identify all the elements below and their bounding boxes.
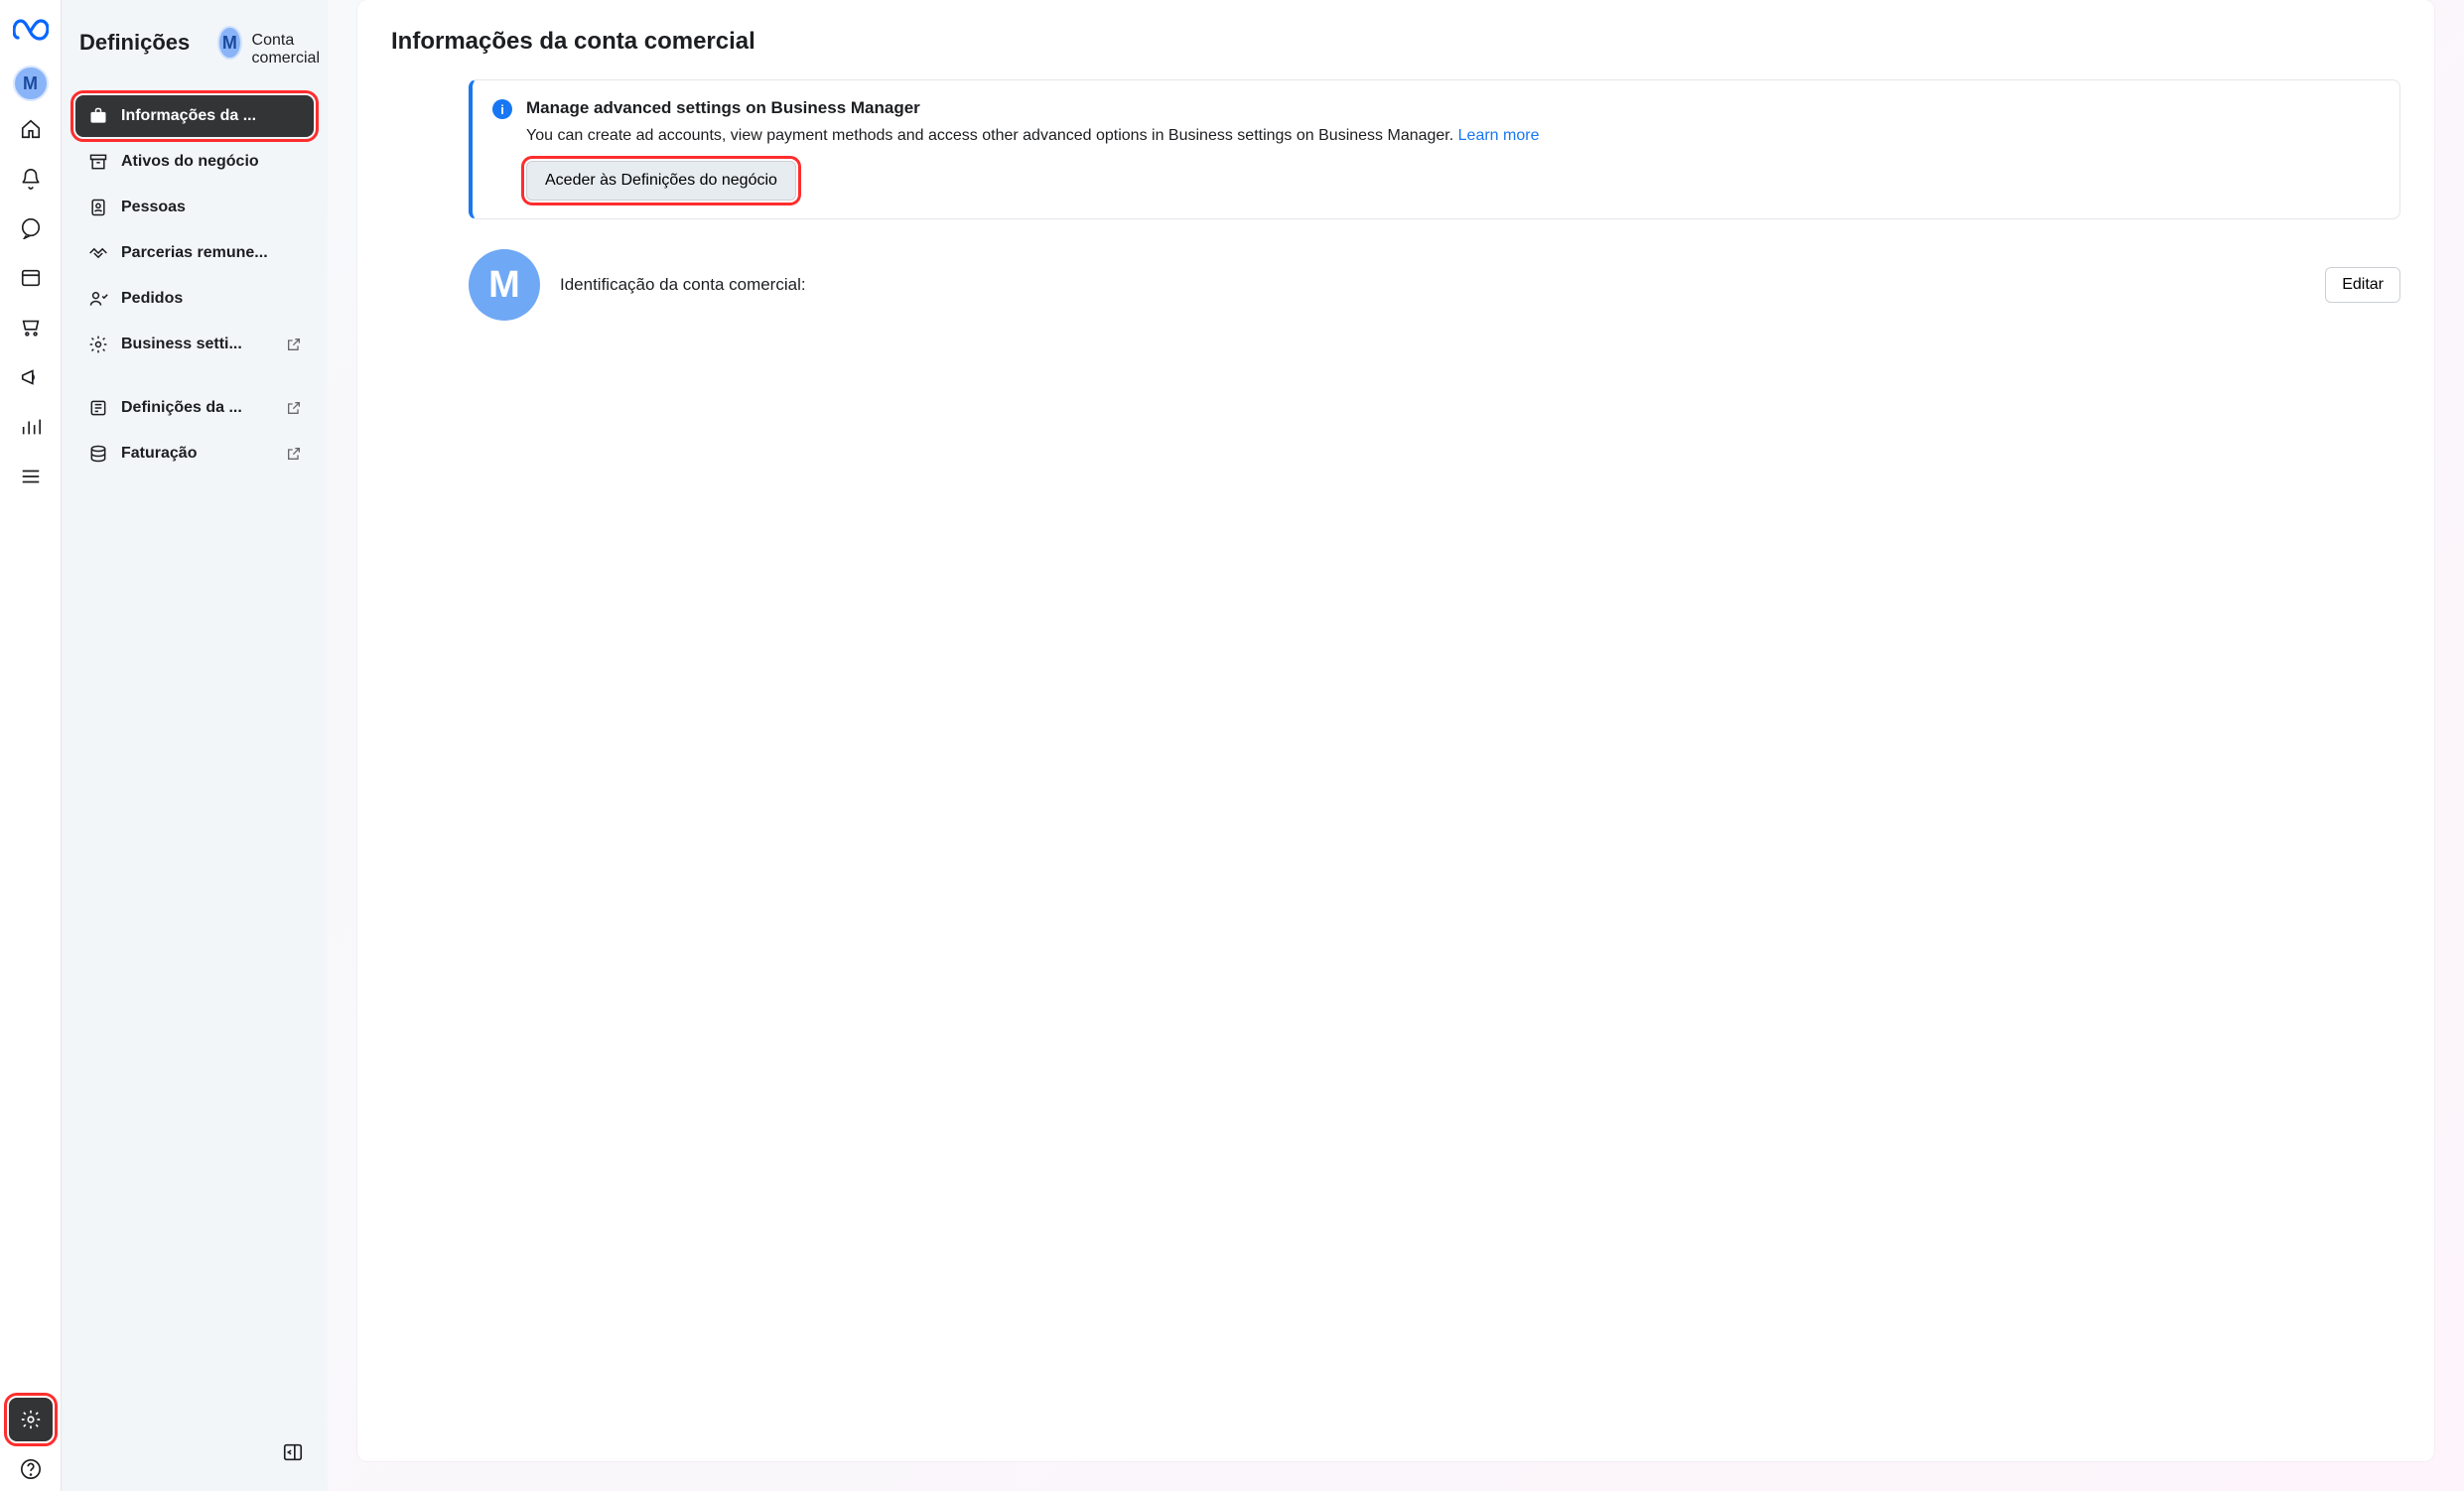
newspaper-icon <box>87 397 109 419</box>
nav-label: Business setti... <box>121 336 242 353</box>
meta-logo[interactable] <box>11 10 51 50</box>
collapse-sidebar-button[interactable] <box>276 1435 310 1469</box>
briefcase-icon <box>87 105 109 127</box>
settings-gear-icon[interactable] <box>9 1398 53 1441</box>
learn-more-link[interactable]: Learn more <box>1458 127 1540 144</box>
stats-icon[interactable] <box>9 405 53 449</box>
banner-text: You can create ad accounts, view payment… <box>526 127 1458 144</box>
sidebar-account[interactable]: M Conta comercial <box>217 18 329 68</box>
nav-item-people[interactable]: Pessoas <box>75 187 314 228</box>
window-icon[interactable] <box>9 256 53 300</box>
external-link-icon <box>286 337 302 352</box>
archive-icon <box>87 151 109 173</box>
nav-item-billing[interactable]: Faturação <box>75 433 314 474</box>
external-link-icon <box>286 446 302 462</box>
sidebar: Definições M Conta comercial Informações… <box>62 0 328 1491</box>
avatar: M <box>217 26 241 60</box>
nav-item-business-settings[interactable]: Business setti... <box>75 324 314 365</box>
chat-icon[interactable] <box>9 206 53 250</box>
edit-button[interactable]: Editar <box>2325 267 2400 303</box>
nav-item-account-info[interactable]: Informações da ... <box>75 95 314 137</box>
avatar-letter: M <box>222 33 237 54</box>
help-icon[interactable] <box>9 1447 53 1491</box>
info-icon: i <box>492 99 512 119</box>
account-type-label: Conta comercial <box>252 32 330 68</box>
account-row: M Identificação da conta comercial: Edit… <box>469 249 2400 321</box>
nav-item-business-assets[interactable]: Ativos do negócio <box>75 141 314 183</box>
nav-label: Faturação <box>121 445 197 463</box>
rail-avatar[interactable]: M <box>13 66 49 101</box>
nav-label: Informações da ... <box>121 107 256 125</box>
nav-list: Informações da ... Ativos do negócio Pes… <box>75 95 314 474</box>
go-to-business-settings-button[interactable]: Aceder às Definições do negócio <box>526 161 796 201</box>
info-banner: i Manage advanced settings on Business M… <box>469 79 2400 219</box>
nav-label: Pedidos <box>121 290 183 308</box>
gear-icon <box>87 334 109 355</box>
home-icon[interactable] <box>9 107 53 151</box>
nav-label: Definições da ... <box>121 399 242 417</box>
sidebar-title: Definições <box>79 30 190 56</box>
avatar-letter: M <box>23 73 38 94</box>
coins-icon <box>87 443 109 465</box>
main-content: Informações da conta comercial i Manage … <box>328 0 2464 1491</box>
account-id-label: Identificação da conta comercial: <box>560 275 806 295</box>
avatar-letter: M <box>488 264 520 307</box>
user-check-icon <box>87 288 109 310</box>
banner-body: You can create ad accounts, view payment… <box>526 124 1539 147</box>
account-avatar: M <box>469 249 540 321</box>
nav-item-ad-settings[interactable]: Definições da ... <box>75 387 314 429</box>
handshake-icon <box>87 242 109 264</box>
external-link-icon <box>286 400 302 416</box>
banner-title: Manage advanced settings on Business Man… <box>526 98 1539 118</box>
nav-item-requests[interactable]: Pedidos <box>75 278 314 320</box>
bell-icon[interactable] <box>9 157 53 201</box>
cart-icon[interactable] <box>9 306 53 349</box>
left-rail: M <box>0 0 62 1491</box>
nav-label: Ativos do negócio <box>121 153 259 171</box>
id-badge-icon <box>87 197 109 218</box>
page-title: Informações da conta comercial <box>391 28 2400 56</box>
menu-icon[interactable] <box>9 455 53 498</box>
nav-label: Pessoas <box>121 199 186 216</box>
nav-label: Parcerias remune... <box>121 244 268 262</box>
nav-item-partnerships[interactable]: Parcerias remune... <box>75 232 314 274</box>
megaphone-icon[interactable] <box>9 355 53 399</box>
